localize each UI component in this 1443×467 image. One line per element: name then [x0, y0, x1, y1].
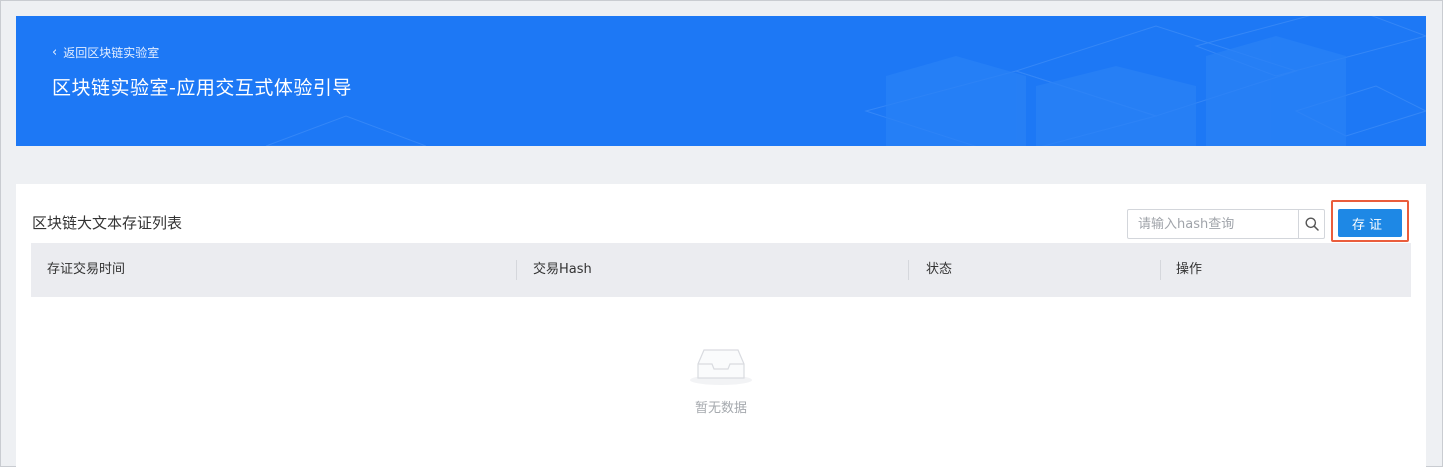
list-title: 区块链大文本存证列表	[32, 214, 183, 232]
create-evidence-button[interactable]: 存证	[1338, 209, 1402, 237]
page-header-banner: ‹ 返回区块链实验室 区块链实验室-应用交互式体验引导	[16, 16, 1426, 146]
empty-inbox-icon	[690, 349, 752, 385]
hash-search-box	[1127, 209, 1325, 239]
table-header: 存证交易时间 交易Hash 状态 操作	[31, 243, 1411, 297]
evidence-list-card: 区块链大文本存证列表 存证 存证交易时间 交易Hash 状态 操作 暂无数据	[16, 184, 1426, 467]
search-button[interactable]	[1298, 210, 1324, 238]
back-to-lab-link[interactable]: ‹ 返回区块链实验室	[52, 44, 159, 61]
column-header-hash: 交易Hash	[533, 262, 592, 277]
search-icon	[1305, 217, 1319, 231]
column-divider	[1160, 260, 1161, 280]
hash-search-input[interactable]	[1128, 210, 1298, 238]
submit-button-highlight: 存证	[1331, 200, 1409, 242]
page-title: 区块链实验室-应用交互式体验引导	[52, 77, 352, 99]
empty-state-text: 暂无数据	[694, 401, 747, 416]
empty-state: 暂无数据	[31, 297, 1411, 467]
column-header-time: 存证交易时间	[47, 262, 126, 277]
column-divider	[516, 260, 517, 280]
chevron-left-icon: ‹	[52, 45, 58, 60]
column-header-status: 状态	[926, 262, 953, 277]
column-divider	[908, 260, 909, 280]
column-header-actions: 操作	[1176, 262, 1203, 277]
back-link-label: 返回区块链实验室	[63, 46, 160, 60]
